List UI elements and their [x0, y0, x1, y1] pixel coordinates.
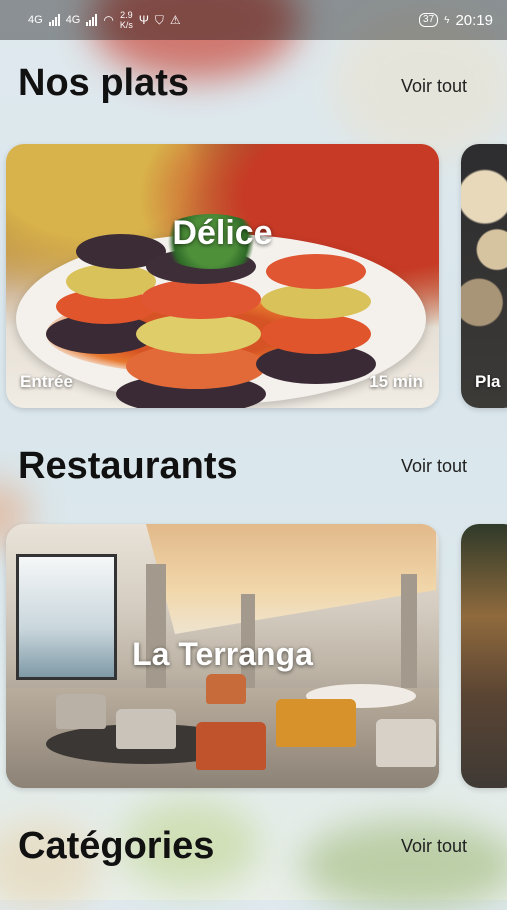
section-title-categories: Catégories: [18, 825, 215, 867]
network-label: 4G: [65, 14, 81, 26]
dish-card[interactable]: Délice Entrée 15 min: [6, 144, 439, 408]
battery-icon: 37: [419, 13, 439, 27]
usb-icon: Ψ: [138, 13, 149, 27]
dish-name: Délice: [172, 214, 273, 252]
restaurant-image: [146, 524, 436, 634]
dish-card[interactable]: Pla: [461, 144, 507, 408]
see-all-categories-link[interactable]: Voir tout: [401, 836, 467, 857]
see-all-dishes-link[interactable]: Voir tout: [401, 76, 467, 97]
restaurant-name: La Terranga: [132, 636, 313, 672]
charging-icon: ϟ: [444, 14, 450, 26]
restaurant-card[interactable]: [461, 524, 507, 788]
signal-icon: [48, 14, 60, 26]
restaurant-image-detail: [116, 709, 176, 749]
see-all-restaurants-link[interactable]: Voir tout: [401, 456, 467, 477]
wifi-icon: ◠: [103, 13, 114, 27]
restaurant-image-detail: [196, 722, 266, 770]
section-title-dishes: Nos plats: [18, 62, 190, 104]
background-blur: [300, 820, 507, 910]
dish-category: Pla: [475, 372, 501, 391]
restaurant-image-detail: [206, 674, 246, 704]
shield-icon: ⛉: [154, 12, 164, 27]
section-title-restaurants: Restaurants: [18, 445, 238, 487]
network-label: 4G: [28, 14, 43, 26]
network-speed: 2.9 K/s: [119, 10, 133, 30]
restaurant-image-detail: [376, 719, 436, 767]
dish-time: 15 min: [369, 372, 423, 391]
signal-icon: [86, 14, 98, 26]
clock: 20:19: [455, 11, 493, 29]
warning-icon: ⚠: [169, 13, 181, 27]
status-bar: 4G 4G ◠ 2.9 K/s Ψ ⛉ ⚠ 37 ϟ 20:19: [0, 0, 507, 40]
restaurant-card[interactable]: La Terranga: [6, 524, 439, 788]
restaurant-image-detail: [276, 699, 356, 747]
dish-category: Entrée: [20, 372, 73, 391]
restaurant-image-detail: [56, 694, 106, 729]
